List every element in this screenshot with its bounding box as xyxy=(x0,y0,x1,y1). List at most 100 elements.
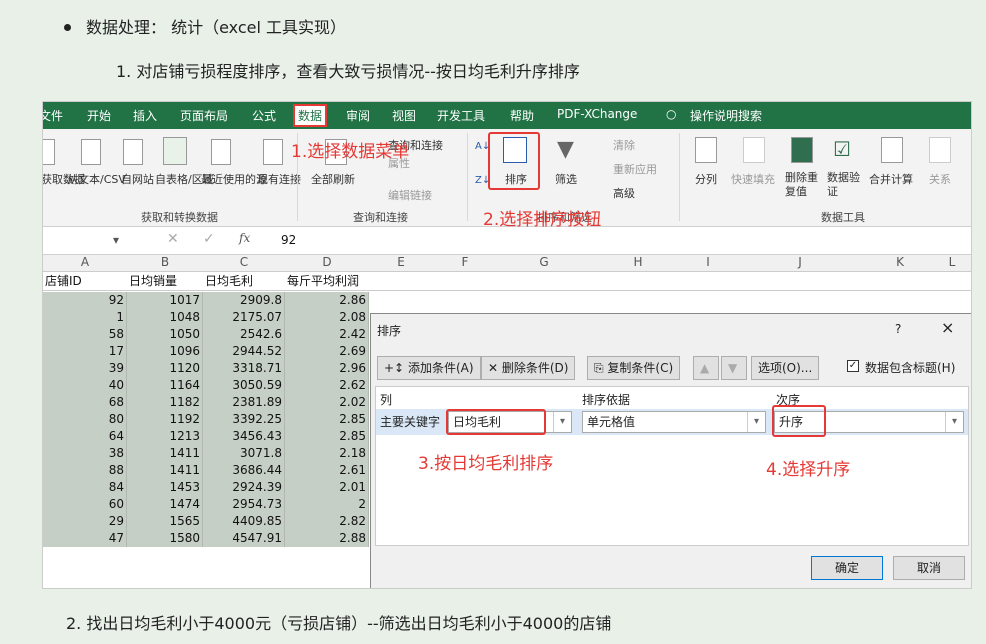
table-cell[interactable]: 2542.6 xyxy=(203,326,285,343)
table-cell[interactable]: 2.82 xyxy=(285,513,369,530)
menu-data[interactable]: 数据 xyxy=(293,104,328,127)
table-cell[interactable]: 1050 xyxy=(127,326,203,343)
table-cell[interactable]: 64 xyxy=(43,428,127,445)
table-cell[interactable]: 2924.39 xyxy=(203,479,285,496)
menu-home[interactable]: 开始 xyxy=(87,107,111,124)
chevron-down-icon[interactable]: ▾ xyxy=(747,412,765,432)
table-cell[interactable]: 2909.8 xyxy=(203,292,285,309)
table-cell[interactable]: 2954.73 xyxy=(203,496,285,513)
fx-icon[interactable]: fx xyxy=(239,231,250,245)
table-cell[interactable]: 1192 xyxy=(127,411,203,428)
edit-links-button[interactable]: 编辑链接 xyxy=(388,187,432,203)
close-icon[interactable]: × xyxy=(941,318,954,337)
relations-button[interactable]: 关系 xyxy=(929,171,951,187)
table-cell[interactable]: 1 xyxy=(43,309,127,326)
header-cell[interactable]: 日均销量 xyxy=(127,273,179,290)
table-cell[interactable]: 3318.71 xyxy=(203,360,285,377)
col-header-i[interactable]: I xyxy=(685,255,731,272)
table-cell[interactable]: 2.01 xyxy=(285,479,369,496)
table-cell[interactable]: 3686.44 xyxy=(203,462,285,479)
move-up-button[interactable]: ▲ xyxy=(693,356,719,380)
help-button[interactable]: ? xyxy=(895,322,901,336)
advanced-button[interactable]: 高级 xyxy=(613,185,635,201)
clear-button[interactable]: 清除 xyxy=(613,137,635,153)
col-header-d[interactable]: D xyxy=(285,255,369,272)
table-cell[interactable]: 1580 xyxy=(127,530,203,547)
enter-icon[interactable]: ✓ xyxy=(203,231,215,247)
menu-file[interactable]: 文件 xyxy=(43,107,63,124)
col-header-f[interactable]: F xyxy=(433,255,497,272)
table-cell[interactable]: 1120 xyxy=(127,360,203,377)
existing-conn-button[interactable]: 现有连接 xyxy=(257,171,301,187)
chevron-down-icon[interactable]: ▾ xyxy=(553,412,571,432)
reapply-button[interactable]: 重新应用 xyxy=(613,161,657,177)
refresh-all-button[interactable]: 全部刷新 xyxy=(311,171,355,187)
table-cell[interactable]: 68 xyxy=(43,394,127,411)
table-cell[interactable]: 1474 xyxy=(127,496,203,513)
table-cell[interactable]: 3392.25 xyxy=(203,411,285,428)
table-cell[interactable]: 2.02 xyxy=(285,394,369,411)
table-cell[interactable]: 2.88 xyxy=(285,530,369,547)
copy-condition-button[interactable]: ⎘ 复制条件(C) xyxy=(587,356,681,380)
add-condition-button[interactable]: +↕ 添加条件(A) xyxy=(377,356,481,380)
table-cell[interactable]: 2.08 xyxy=(285,309,369,326)
menu-page-layout[interactable]: 页面布局 xyxy=(180,107,228,124)
table-cell[interactable]: 2944.52 xyxy=(203,343,285,360)
table-cell[interactable]: 2.85 xyxy=(285,411,369,428)
name-box[interactable] xyxy=(43,231,123,251)
table-cell[interactable]: 4547.91 xyxy=(203,530,285,547)
col-header-l[interactable]: L xyxy=(931,255,971,272)
table-cell[interactable]: 1182 xyxy=(127,394,203,411)
table-cell[interactable]: 1453 xyxy=(127,479,203,496)
menu-developer[interactable]: 开发工具 xyxy=(437,107,485,124)
table-cell[interactable]: 1411 xyxy=(127,462,203,479)
menu-view[interactable]: 视图 xyxy=(392,107,416,124)
table-cell[interactable]: 92 xyxy=(43,292,127,309)
consolidate-button[interactable]: 合并计算 xyxy=(869,171,913,187)
ok-button[interactable]: 确定 xyxy=(811,556,883,580)
chevron-down-icon[interactable]: ▾ xyxy=(113,233,119,247)
table-cell[interactable]: 1096 xyxy=(127,343,203,360)
table-cell[interactable]: 2.61 xyxy=(285,462,369,479)
cancel-icon[interactable]: ✕ xyxy=(167,231,179,247)
header-cell[interactable]: 每斤平均利润 xyxy=(285,273,361,290)
table-cell[interactable]: 84 xyxy=(43,479,127,496)
table-cell[interactable]: 4409.85 xyxy=(203,513,285,530)
from-csv-button[interactable]: 从文本/CSV xyxy=(67,171,126,187)
table-cell[interactable]: 1565 xyxy=(127,513,203,530)
move-down-button[interactable]: ▼ xyxy=(721,356,747,380)
table-cell[interactable]: 2175.07 xyxy=(203,309,285,326)
col-header-b[interactable]: B xyxy=(127,255,203,272)
table-cell[interactable]: 1213 xyxy=(127,428,203,445)
col-header-h[interactable]: H xyxy=(591,255,685,272)
col-header-e[interactable]: E xyxy=(369,255,433,272)
flash-fill-button[interactable]: 快速填充 xyxy=(731,171,775,187)
remove-dup-button[interactable]: 删除重复值 xyxy=(785,171,821,199)
table-cell[interactable]: 58 xyxy=(43,326,127,343)
table-cell[interactable]: 47 xyxy=(43,530,127,547)
menu-review[interactable]: 审阅 xyxy=(346,107,370,124)
col-header-g[interactable]: G xyxy=(497,255,591,272)
formula-input[interactable]: 92 xyxy=(281,233,296,247)
table-cell[interactable]: 3071.8 xyxy=(203,445,285,462)
validation-button[interactable]: 数据验证 xyxy=(827,171,863,199)
col-header-c[interactable]: C xyxy=(203,255,285,272)
table-cell[interactable]: 1017 xyxy=(127,292,203,309)
table-cell[interactable]: 29 xyxy=(43,513,127,530)
table-cell[interactable]: 40 xyxy=(43,377,127,394)
table-cell[interactable]: 2.85 xyxy=(285,428,369,445)
table-cell[interactable]: 2.69 xyxy=(285,343,369,360)
chevron-down-icon[interactable]: ▾ xyxy=(945,412,963,432)
table-cell[interactable]: 2 xyxy=(285,496,369,513)
col-header-k[interactable]: K xyxy=(869,255,931,272)
delete-condition-button[interactable]: ✕ 删除条件(D) xyxy=(481,356,576,380)
cancel-button[interactable]: 取消 xyxy=(893,556,965,580)
table-cell[interactable]: 2381.89 xyxy=(203,394,285,411)
table-cell[interactable]: 38 xyxy=(43,445,127,462)
table-cell[interactable]: 2.18 xyxy=(285,445,369,462)
sort-button[interactable]: 排序 xyxy=(505,171,527,187)
table-cell[interactable]: 39 xyxy=(43,360,127,377)
table-cell[interactable]: 3456.43 xyxy=(203,428,285,445)
filter-button[interactable]: 筛选 xyxy=(555,171,577,187)
header-cell[interactable]: 店铺ID xyxy=(43,273,84,290)
